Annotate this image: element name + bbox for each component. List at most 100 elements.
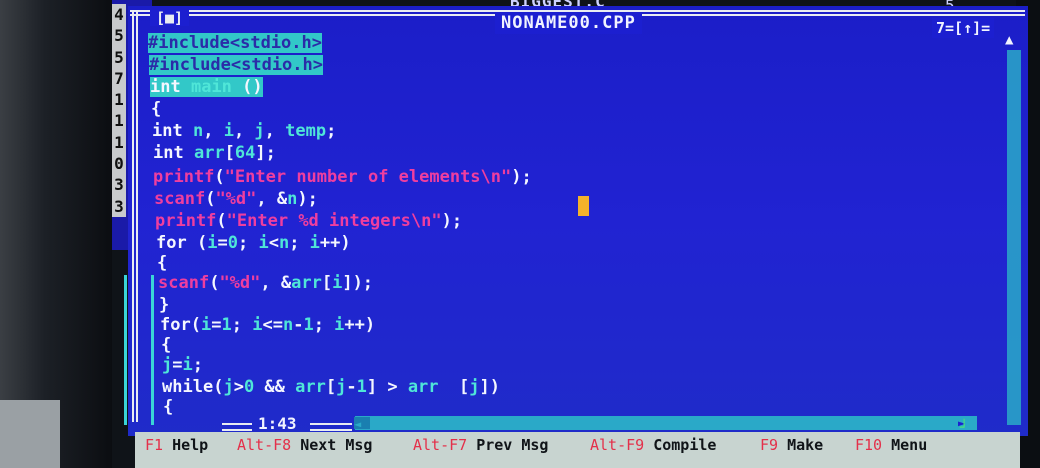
code-token: i [182,355,193,375]
code-token: = [217,233,228,253]
close-box-label: [■] [156,9,184,27]
code-line[interactable]: int arr[64]; [153,143,276,163]
code-token: ; [231,315,253,335]
code-token: ]); [342,273,374,293]
code-token: while [162,377,214,397]
background-line-digit: 4 [112,4,126,26]
status-item-alt-f7[interactable]: Alt-F7 Prev Msg [413,432,548,458]
cursor-position: 1:43 [258,414,297,433]
code-token: int [150,77,191,97]
status-key: F10 [855,436,883,454]
window-number: 7 [936,19,946,37]
code-token: ( [190,315,201,335]
window-close-button[interactable]: [■] [150,9,190,27]
status-key: Alt-F9 [590,436,645,454]
position-frame-left [222,423,252,431]
horizontal-scroll-left-arrow-icon[interactable]: ◄ [354,417,370,431]
window-frame-left-lower [124,275,154,425]
code-token: ( [209,273,220,293]
code-token: [ [321,273,333,293]
code-token: j [254,121,265,141]
window-controls[interactable]: 7=[↑]= [932,18,995,38]
code-line[interactable]: { [151,99,161,119]
code-token: { [151,99,162,119]
code-token: , & [260,273,292,293]
vertical-scrollbar[interactable] [1007,50,1021,425]
desk-background [0,400,60,468]
code-token: ; [289,233,310,253]
code-token: i [309,233,320,253]
code-line[interactable]: int main () [150,77,263,97]
code-line[interactable]: for(i=1; i<=n-1; i++) [160,315,375,335]
code-token: scanf [154,189,206,209]
status-item-f10[interactable]: F10 Menu [855,432,927,458]
code-token: ); [511,167,532,187]
code-token: && [254,377,296,397]
scroll-up-arrow-icon[interactable]: ▲ [1005,32,1013,48]
code-token: "%d" [219,273,261,293]
code-token: } [159,295,170,315]
code-token: i [223,121,234,141]
code-token: ( [213,377,224,397]
code-token: j [162,355,173,375]
code-line[interactable]: } [159,295,169,315]
status-key: Alt-F8 [237,436,292,454]
monitor-bezel-left [0,0,112,468]
code-token: printf [155,211,217,231]
code-token: 64 [234,143,256,163]
code-line[interactable]: #include<stdio.h> [149,55,323,75]
code-token: n [287,189,298,209]
status-label: Compile [644,436,717,454]
status-item-alt-f9[interactable]: Alt-F9 Compile [590,432,716,458]
code-token: < [268,233,279,253]
code-token: printf [153,167,215,187]
code-token: n [192,121,204,141]
status-item-f9[interactable]: F9 Make [760,432,823,458]
code-token: #include<stdio.h> [149,55,323,75]
status-label: Next Msg [291,436,373,454]
code-token: ] > [366,377,408,397]
code-token: 1 [221,315,232,335]
code-token: ; [313,315,335,335]
code-line[interactable]: #include<stdio.h> [148,33,322,53]
code-token: arr [291,273,322,293]
status-item-alt-f8[interactable]: Alt-F8 Next Msg [237,432,372,458]
code-token: - [293,315,304,335]
code-line[interactable]: { [161,335,171,355]
code-token: scanf [158,273,210,293]
code-token: j [223,377,234,397]
code-line[interactable]: j=i; [162,355,203,375]
code-token: ); [441,211,463,231]
code-token: = [172,355,183,375]
code-token: arr [193,143,225,163]
code-token: n [278,233,290,253]
code-token: 1 [303,315,314,335]
code-line[interactable]: int n, i, j, temp; [152,121,336,141]
code-token: n [282,315,294,335]
status-item-f1[interactable]: F1 Help [145,432,208,458]
background-line-digit: 7 [112,67,126,90]
code-line[interactable]: for (i=0; i<n; i++) [156,233,351,253]
zoom-button[interactable]: =[↑]= [945,19,990,37]
code-token: for [156,233,197,253]
code-line[interactable]: printf("Enter number of elements\n"); [153,167,532,187]
code-token: () [231,77,263,97]
code-line[interactable]: while(j>0 && arr[j-1] > arr [j]) [162,377,500,397]
code-line[interactable]: scanf("%d", &arr[i]); [158,273,373,293]
code-token: for [160,315,191,335]
code-line[interactable]: { [157,253,167,273]
code-line[interactable]: printf("Enter %d integers\n"); [155,211,462,231]
status-key: F1 [145,436,164,454]
code-token: ; [326,121,337,141]
code-token: temp [285,121,327,141]
code-line[interactable]: scanf("%d", &n); [154,189,318,209]
background-line-digit: 5 [112,46,126,68]
background-line-digit: 1 [112,131,126,154]
code-line[interactable]: { [163,397,173,417]
code-token: { [157,253,168,273]
background-line-digit: 1 [112,110,126,132]
code-token: "Enter number of elements\n" [224,167,512,187]
window-title[interactable]: NONAME00.CPP [495,12,642,34]
code-token: ; [237,233,259,253]
horizontal-scrollbar[interactable] [355,416,977,430]
